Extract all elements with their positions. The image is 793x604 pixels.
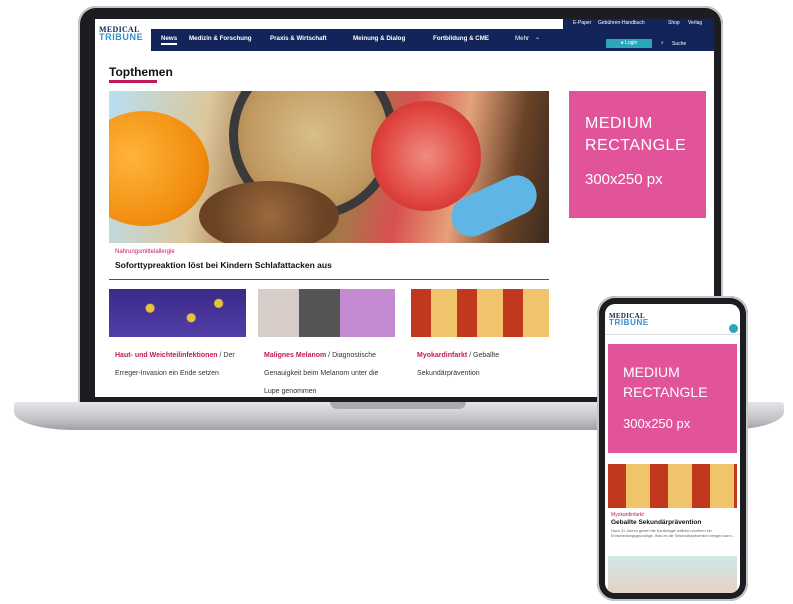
nav-praxis[interactable]: Praxis & Wirtschaft <box>270 35 327 42</box>
mobile-kicker[interactable]: Myokardinfarkt <box>611 512 644 518</box>
card-1[interactable]: Haut- und Weichteilinfektionen / Der Err… <box>115 344 240 380</box>
ad-line2: RECTANGLE <box>585 137 687 154</box>
almond-bowl <box>199 181 339 243</box>
card-image-melanoma[interactable] <box>258 289 395 337</box>
nav-fortbildung[interactable]: Fortbildung & CME <box>433 35 489 42</box>
nav-news[interactable]: News <box>161 35 178 45</box>
card-2[interactable]: Malignes Melanom / Diagnostische Genauig… <box>264 344 394 397</box>
card-3[interactable]: Myokardinfarkt / Geballte Sekundärpräven… <box>417 344 547 380</box>
divider <box>109 279 549 280</box>
ad-size: 300x250 px <box>585 171 663 188</box>
mobile-logo-bottom: TRIBUNE <box>609 318 649 327</box>
hero-headline[interactable]: Soforttypreaktion löst bei Kindern Schla… <box>115 260 332 270</box>
mobile-medium-rectangle-ad[interactable]: MEDIUM RECTANGLE 300x250 px <box>608 344 737 453</box>
card-2-title: Malignes Melanom <box>264 352 327 359</box>
mobile-second-image[interactable] <box>608 556 737 593</box>
nav-medizin[interactable]: Medizin & Forschung <box>189 35 252 42</box>
menu-icon[interactable] <box>729 324 738 333</box>
user-icon: ● <box>620 40 624 46</box>
grapefruit <box>371 101 481 211</box>
hero-image[interactable] <box>109 91 549 243</box>
site-logo[interactable]: MEDICAL TRIBUNE <box>99 25 149 47</box>
section-title-underline <box>109 80 157 83</box>
medium-rectangle-ad[interactable]: MEDIUM RECTANGLE 300x250 px <box>569 91 706 218</box>
login-label: Login <box>625 40 638 46</box>
ad-line1: MEDIUM <box>585 115 653 132</box>
search-icon[interactable]: ⌕ <box>661 40 664 46</box>
login-button[interactable]: ● Login <box>606 39 652 48</box>
top-link-shop[interactable]: Shop <box>668 20 680 26</box>
card-image-artery[interactable] <box>411 289 549 337</box>
top-link-verlag[interactable]: Verlag <box>688 20 702 26</box>
mobile-logo[interactable]: MEDICAL TRIBUNE <box>609 312 649 327</box>
header-divider <box>605 334 740 335</box>
mobile-ad-line1: MEDIUM <box>623 364 680 380</box>
mobile-headline[interactable]: Geballte Sekundärprävention <box>611 519 701 526</box>
logo-bottom-text: TRIBUNE <box>99 32 144 42</box>
chevron-down-icon[interactable]: ⌄ <box>535 34 540 41</box>
nav-meinung[interactable]: Meinung & Dialog <box>353 35 405 42</box>
section-title: Topthemen <box>109 65 173 79</box>
mobile-ad-line2: RECTANGLE <box>623 384 708 400</box>
hero-kicker[interactable]: Nahrungsmittelallergie <box>115 249 175 255</box>
orange-fruit <box>109 111 209 226</box>
laptop-notch <box>330 402 466 409</box>
top-link-gebuehren[interactable]: Gebühren-Handbuch <box>598 20 645 26</box>
mobile-ad-size: 300x250 px <box>623 416 691 431</box>
mobile-teaser: Nach 31 Jahren geriert die Kardiologie l… <box>611 529 735 538</box>
card-3-title: Myokardinfarkt <box>417 352 468 359</box>
nav-mehr[interactable]: Mehr <box>515 35 529 42</box>
mobile-article-image[interactable] <box>608 464 737 508</box>
phone-screen: MEDICAL TRIBUNE MEDIUM RECTANGLE 300x250… <box>605 304 740 593</box>
search-label[interactable]: Suche <box>672 41 686 47</box>
card-image-bacteria[interactable] <box>109 289 246 337</box>
top-link-epaper[interactable]: E-Paper <box>573 20 591 26</box>
card-1-title: Haut- und Weichteilinfektionen <box>115 352 218 359</box>
